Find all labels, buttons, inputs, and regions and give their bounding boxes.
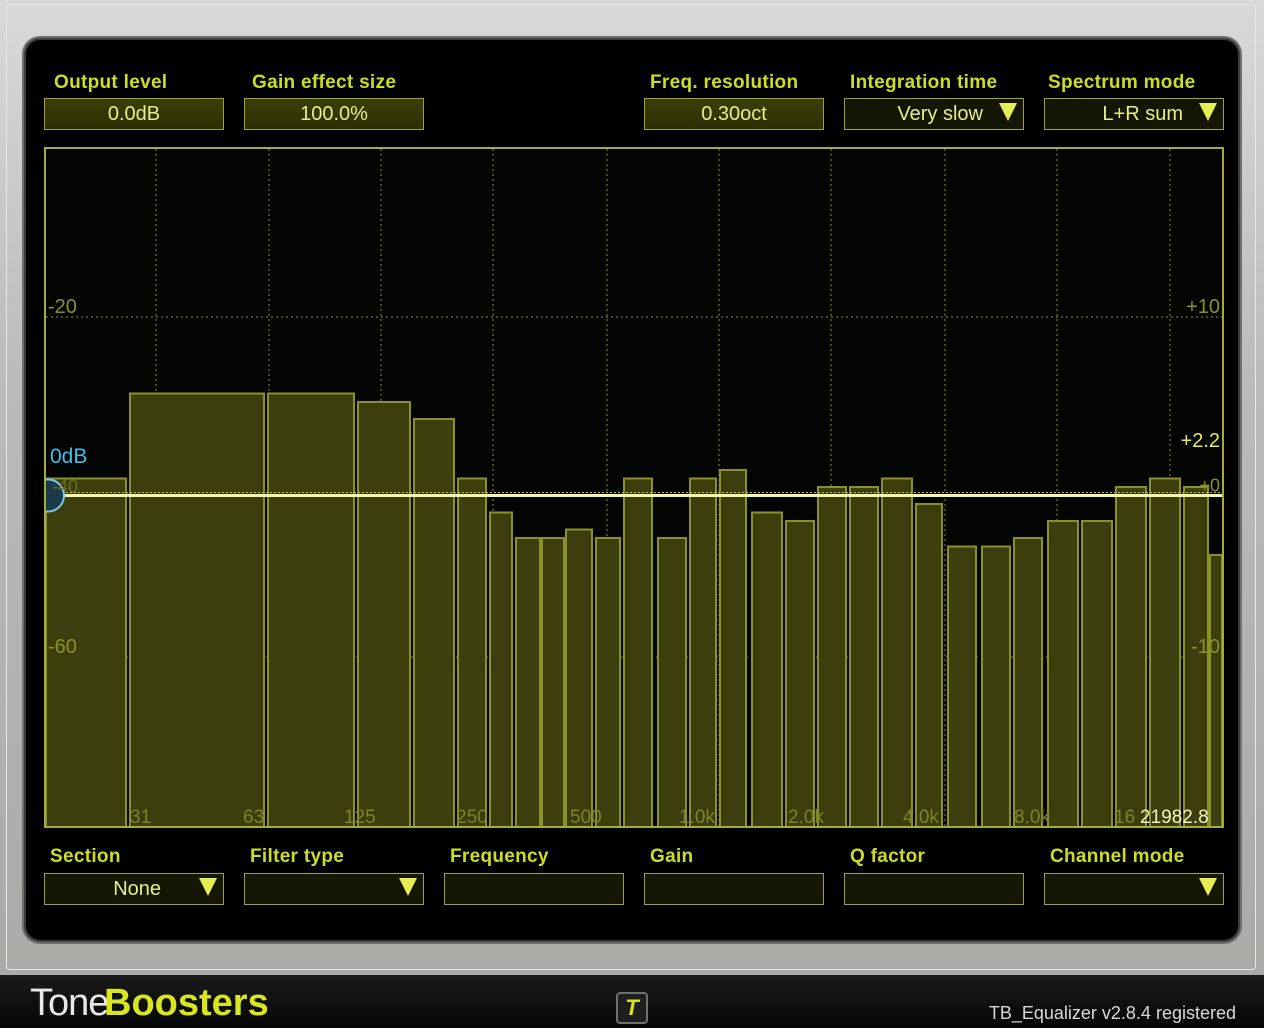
axis-label-right: +2.2 [1181,430,1220,452]
channel-mode-dropdown[interactable] [1044,873,1224,905]
axis-label-left: -40 [52,477,78,497]
spectrum-bar [267,392,355,826]
spectrum-bar [947,545,977,826]
spectrum-display[interactable]: -20 -60 -40 +10 +2.2 +0 -10 0dB 31 63 125 250 500 1.0… [44,147,1224,828]
integration-time-dropdown[interactable]: Very slow [844,98,1024,130]
spectrum-bar [689,477,717,826]
axis-label-right: -10 [1191,636,1220,658]
frequency-label: 31 [130,807,151,826]
spectrum-bar [489,511,513,826]
spectrum-bar [595,537,621,826]
spectrum-bar [1047,520,1079,826]
frequency-label: 8.0k [1014,807,1050,826]
frequency-label: 2.0k [788,807,824,826]
section-label: Section [50,846,121,867]
spectrum-bar [1209,554,1222,826]
axis-label-right: +10 [1186,296,1220,318]
frequency-label: 500 [570,807,602,826]
freq-resolution-label: Freq. resolution [650,72,799,93]
frequency-label: 16 [1114,807,1135,826]
gain-effect-size-value: 100.0% [300,102,368,125]
spectrum-mode-value: L+R sum [1102,102,1183,125]
frequency-label: 125 [344,807,376,826]
axis-label-right: +0 [1199,476,1220,496]
filter-type-dropdown[interactable] [244,873,424,905]
q-factor-label: Q factor [850,846,926,867]
frequency-label: 63 [243,807,264,826]
spectrum-bar [623,477,653,826]
spectrum-mode-label: Spectrum mode [1048,72,1196,93]
spectrum-bar [817,486,847,826]
spectrum-bar [1115,486,1147,826]
spectrum-bar [881,477,913,826]
frequency-label: 4.0k [903,807,939,826]
axis-label-left: -60 [48,636,77,658]
gain-field[interactable] [644,873,824,905]
frequency-label: 250 [456,807,488,826]
filter-type-label: Filter type [250,846,345,867]
spectrum-bar [915,503,943,826]
output-level-value: 0.0dB [107,102,161,125]
gain-effect-size-label: Gain effect size [252,72,397,93]
spectrum-bar [1149,477,1181,826]
spectrum-bar [565,528,593,826]
version-text: TB_Equalizer v2.8.4 registered [988,1003,1236,1023]
spectrum-mode-dropdown[interactable]: L+R sum [1044,98,1224,130]
section-dropdown[interactable]: None [44,873,224,905]
spectrum-bar [1013,537,1043,826]
logo-boosters-text: Boosters [104,982,269,1024]
spectrum-bar [751,511,783,826]
q-factor-field[interactable] [844,873,1024,905]
spectrum-bar [357,401,411,826]
gain-effect-size-field[interactable]: 100.0% [244,98,424,130]
spectrum-bar [849,486,879,826]
freq-resolution-field[interactable]: 0.30oct [644,98,824,130]
spectrum-bar [785,520,815,826]
spectrum-bar [1081,520,1113,826]
integration-time-value: Very slow [897,102,983,125]
spectrum-bar [657,537,687,826]
dropdown-arrow-icon [199,878,217,896]
integration-time-label: Integration time [850,72,998,93]
frequency-label: 1.0k [679,807,715,826]
spectrum-bar [457,477,487,826]
dropdown-arrow-icon [1199,103,1217,121]
frequency-label: Frequency [450,846,549,867]
output-level-field[interactable]: 0.0dB [44,98,224,130]
logo-tone-text: Tone [30,982,109,1024]
zero-db-label: 0dB [50,445,87,468]
frequency-field[interactable] [444,873,624,905]
output-level-label: Output level [54,72,168,93]
toneboosters-logo-button[interactable]: T [616,992,648,1024]
spectrum-bar [129,392,265,826]
spectrum-bar [413,418,455,826]
axis-label-left: -20 [48,296,77,318]
channel-mode-label: Channel mode [1050,846,1185,867]
gain-label: Gain [650,846,694,867]
spectrum-bar [719,469,747,826]
dropdown-arrow-icon [399,878,417,896]
frequency-label: 21982.8 [1140,807,1209,826]
dropdown-arrow-icon [1199,878,1217,896]
dropdown-arrow-icon [999,103,1017,121]
spectrum-bar [981,545,1011,826]
spectrum-bar [541,537,565,826]
freq-resolution-value: 0.30oct [701,102,767,125]
spectrum-bar [515,537,541,826]
spectrum-svg: -20 -60 -40 +10 +2.2 +0 -10 0dB 31 63 125 250 500 1.0… [46,149,1222,826]
section-value: None [113,877,161,900]
